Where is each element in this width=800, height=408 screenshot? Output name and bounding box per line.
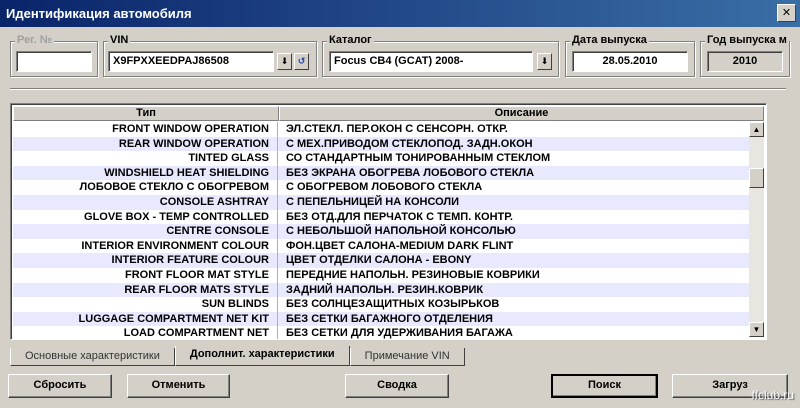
cell-type: SUN BLINDS [13, 297, 278, 312]
cell-description: ЭЛ.СТЕКЛ. ПЕР.ОКОН С СЕНСОРН. ОТКР. [286, 123, 508, 135]
table-row[interactable]: LUGGAGE COMPARTMENT NET KIT БЕЗ СЕТКИ БАГ… [13, 311, 749, 327]
table-row[interactable]: CONSOLE ASHTRAY С ПЕПЕЛЬНИЦЕЙ НА КОНСОЛИ [13, 194, 749, 210]
cell-type: WINDSHIELD HEAT SHIELDING [13, 165, 278, 181]
table-row[interactable]: GLOVE BOX - TEMP CONTROLLED БЕЗ ОТД.ДЛЯ П… [13, 209, 749, 225]
features-table[interactable]: Тип Описание FRONT WINDOW OPERATION ЭЛ.СТ… [10, 103, 767, 340]
cell-type: INTERIOR FEATURE COLOUR [13, 253, 278, 268]
tab-bar: Основные характеристики Дополнит. характ… [10, 346, 465, 366]
cell-description: БЕЗ ОТД.ДЛЯ ПЕРЧАТОК С ТЕМП. КОНТР. [286, 210, 513, 223]
table-row[interactable]: FRONT WINDOW OPERATION ЭЛ.СТЕКЛ. ПЕР.ОКОН… [13, 122, 749, 137]
table-row[interactable]: INTERIOR FEATURE COLOUR ЦВЕТ ОТДЕЛКИ САЛО… [13, 253, 749, 268]
cell-description: ЦВЕТ ОТДЕЛКИ САЛОНА - EBONY [286, 254, 472, 267]
catalog-select[interactable]: Focus CB4 (GCAT) 2008- [329, 51, 533, 72]
table-row[interactable]: INTERIOR ENVIRONMENT COLOUR ФОН.ЦВЕТ САЛО… [13, 238, 749, 254]
cell-type: TINTED GLASS [13, 151, 278, 166]
vin-dropdown-icon[interactable]: ⬇ [277, 53, 292, 70]
cell-type: LUGGAGE COMPARTMENT NET KIT [13, 311, 278, 327]
reg-no-field[interactable] [16, 51, 92, 72]
tab-basic-characteristics[interactable]: Основные характеристики [10, 348, 175, 366]
scroll-thumb[interactable] [749, 168, 764, 188]
catalog-label: Каталог [327, 34, 374, 46]
tab-additional-characteristics[interactable]: Дополнит. характеристики [174, 346, 350, 366]
release-date-group: Дата выпуска 28.05.2010 [565, 34, 695, 77]
cell-type: CENTRE CONSOLE [13, 224, 278, 239]
search-button[interactable]: Поиск [551, 374, 658, 398]
table-header: Тип Описание [13, 106, 764, 121]
column-header-type[interactable]: Тип [13, 106, 279, 121]
vin-label: VIN [108, 34, 131, 46]
cell-type: REAR FLOOR MATS STYLE [13, 282, 278, 298]
cell-type: REAR WINDOW OPERATION [13, 136, 278, 152]
catalog-dropdown-icon[interactable]: ⬇ [537, 53, 552, 70]
cell-description: БЕЗ СОЛНЦЕЗАЩИТНЫХ КОЗЫРЬКОВ [286, 298, 500, 311]
cell-description: ПЕРЕДНИЕ НАПОЛЬН. РЕЗИНОВЫЕ КОВРИКИ [286, 268, 540, 281]
cell-description: С ОБОГРЕВОМ ЛОБОВОГО СТЕКЛА [286, 181, 483, 194]
cell-description: БЕЗ ЭКРАНА ОБОГРЕВА ЛОБОВОГО СТЕКЛА [286, 166, 535, 179]
column-header-description[interactable]: Описание [279, 106, 764, 121]
cell-type: FRONT WINDOW OPERATION [13, 122, 278, 137]
vin-refresh-icon[interactable]: ↺ [294, 53, 309, 70]
release-year-group: Год выпуска м 2010 [700, 34, 790, 77]
vin-field[interactable]: X9FPXXEEDPAJ86508 [108, 51, 274, 72]
catalog-group: Каталог Focus CB4 (GCAT) 2008- ⬇ [322, 34, 559, 77]
window-title: Идентификация автомобиля [6, 6, 192, 21]
cell-type: GLOVE BOX - TEMP CONTROLLED [13, 209, 278, 225]
scroll-up-icon[interactable]: ▲ [749, 122, 764, 137]
watermark: ffclub.ru [751, 388, 794, 402]
cell-description: СО СТАНДАРТНЫМ ТОНИРОВАННЫМ СТЕКЛОМ [286, 152, 551, 165]
cell-type: CONSOLE ASHTRAY [13, 194, 278, 210]
table-row[interactable]: FRONT FLOOR MAT STYLE ПЕРЕДНИЕ НАПОЛЬН. Р… [13, 267, 749, 283]
release-date-label: Дата выпуска [570, 34, 649, 46]
table-row[interactable]: ЛОБОВОЕ СТЕКЛО С ОБОГРЕВОМ С ОБОГРЕВОМ ЛО… [13, 180, 749, 195]
window-titlebar: Идентификация автомобиля ✕ [0, 0, 800, 27]
cell-description: ФОН.ЦВЕТ САЛОНА-MEDIUM DARK FLINT [286, 239, 514, 252]
cancel-button[interactable]: Отменить [127, 374, 230, 398]
cell-type: LOAD COMPARTMENT NET [13, 326, 278, 339]
table-row[interactable]: CENTRE CONSOLE С НЕБОЛЬШОЙ НАПОЛЬНОЙ КОНС… [13, 224, 749, 239]
cell-description: ЗАДНИЙ НАПОЛЬН. РЕЗИН.КОВРИК [286, 283, 484, 296]
reg-no-group: Рег. № [10, 34, 98, 77]
cell-type: ЛОБОВОЕ СТЕКЛО С ОБОГРЕВОМ [13, 180, 278, 195]
summary-button[interactable]: Сводка [345, 374, 449, 398]
scroll-down-icon[interactable]: ▼ [749, 322, 764, 337]
tab-vin-note[interactable]: Примечание VIN [349, 348, 465, 366]
release-year-label: Год выпуска м [705, 34, 789, 46]
table-body: FRONT WINDOW OPERATION ЭЛ.СТЕКЛ. ПЕР.ОКОН… [13, 122, 749, 340]
cell-type: FRONT FLOOR MAT STYLE [13, 267, 278, 283]
cell-description: С МЕХ.ПРИВОДОМ СТЕКЛОПОД. ЗАДН.ОКОН [286, 137, 533, 150]
vin-group: VIN X9FPXXEEDPAJ86508 ⬇ ↺ [103, 34, 317, 77]
close-icon[interactable]: ✕ [777, 4, 796, 22]
cell-description: БЕЗ СЕТКИ ДЛЯ УДЕРЖИВАНИЯ БАГАЖА [286, 327, 513, 340]
release-date-field[interactable]: 28.05.2010 [572, 51, 688, 72]
separator [10, 88, 786, 90]
release-year-field: 2010 [707, 51, 783, 72]
cell-type: INTERIOR ENVIRONMENT COLOUR [13, 238, 278, 254]
table-row[interactable]: WINDSHIELD HEAT SHIELDING БЕЗ ЭКРАНА ОБОГ… [13, 165, 749, 181]
reg-no-label: Рег. № [15, 34, 55, 46]
table-scrollbar[interactable]: ▲ ▼ [749, 122, 764, 337]
table-row[interactable]: REAR FLOOR MATS STYLE ЗАДНИЙ НАПОЛЬН. РЕЗ… [13, 282, 749, 298]
table-row[interactable]: LOAD COMPARTMENT NET БЕЗ СЕТКИ ДЛЯ УДЕРЖИ… [13, 326, 749, 340]
reset-button[interactable]: Сбросить [8, 374, 112, 398]
table-row[interactable]: REAR WINDOW OPERATION С МЕХ.ПРИВОДОМ СТЕК… [13, 136, 749, 152]
cell-description: БЕЗ СЕТКИ БАГАЖНОГО ОТДЕЛЕНИЯ [286, 312, 493, 325]
table-row[interactable]: TINTED GLASS СО СТАНДАРТНЫМ ТОНИРОВАННЫМ … [13, 151, 749, 166]
table-row[interactable]: SUN BLINDS БЕЗ СОЛНЦЕЗАЩИТНЫХ КОЗЫРЬКОВ [13, 297, 749, 312]
cell-description: С ПЕПЕЛЬНИЦЕЙ НА КОНСОЛИ [286, 195, 460, 208]
cell-description: С НЕБОЛЬШОЙ НАПОЛЬНОЙ КОНСОЛЬЮ [286, 225, 516, 238]
